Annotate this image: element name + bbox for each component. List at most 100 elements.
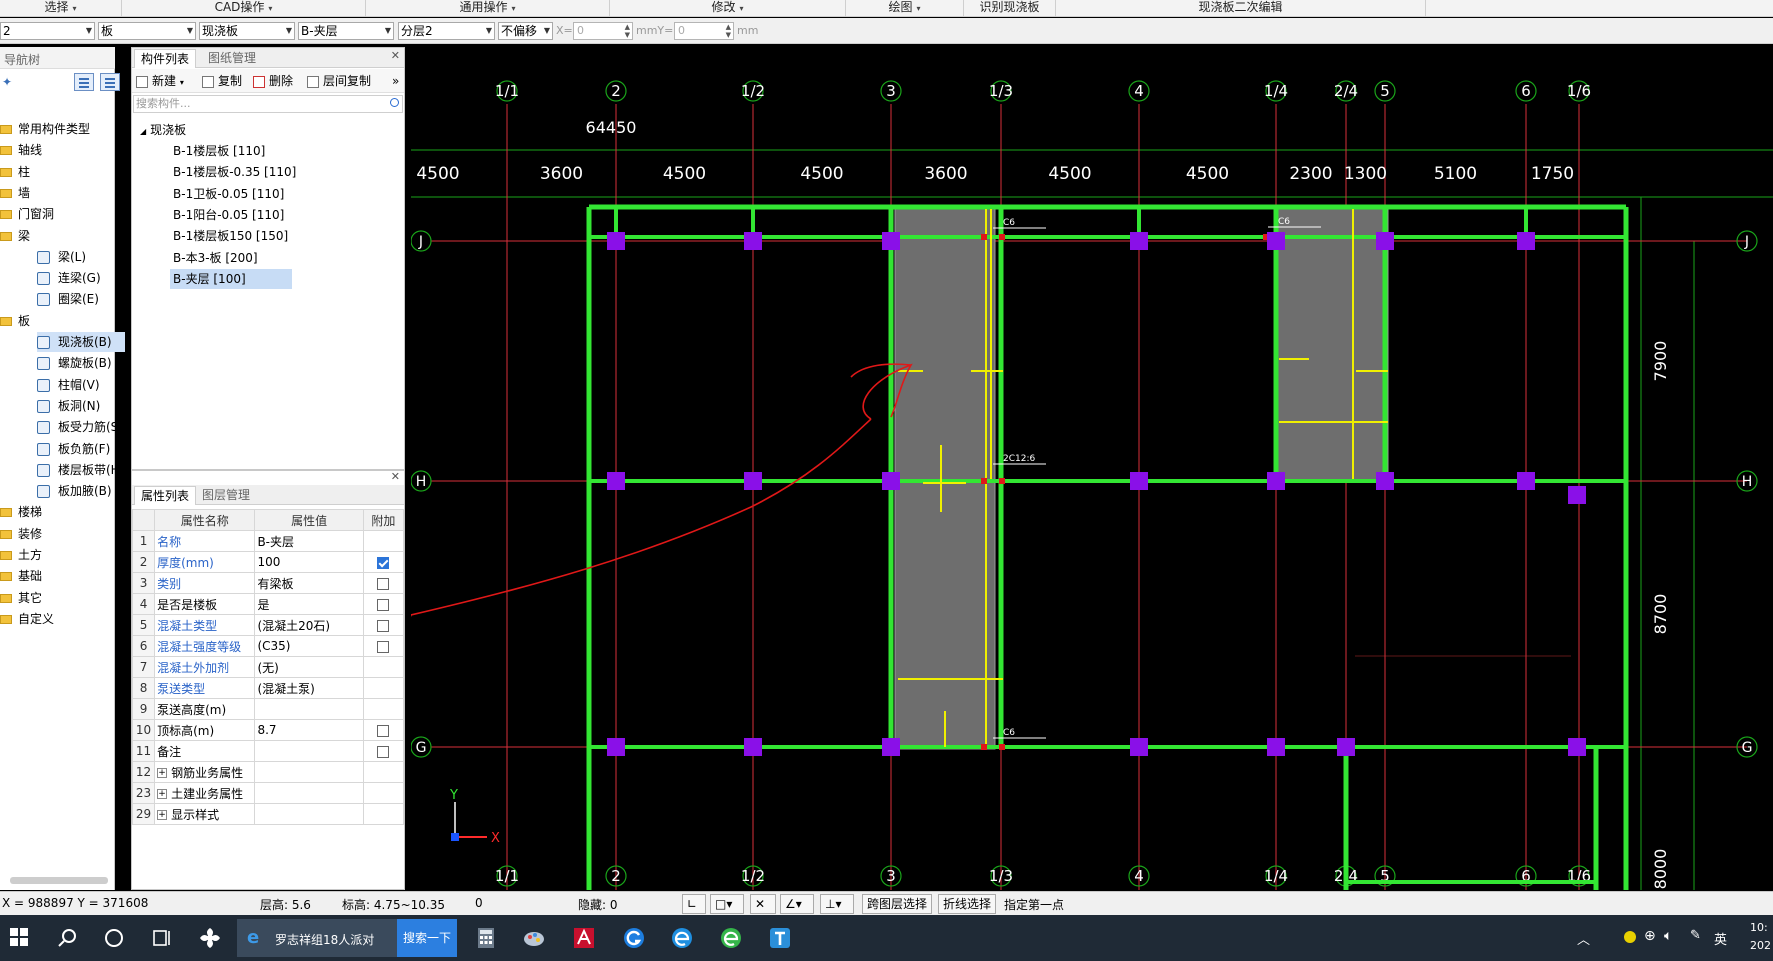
- nav-item[interactable]: 柱: [0, 162, 30, 182]
- property-value[interactable]: (混凝土20石): [254, 614, 364, 636]
- nav-item[interactable]: 板负筋(F): [37, 439, 125, 459]
- expand-plus-icon[interactable]: +: [157, 789, 168, 799]
- component-item[interactable]: B-本3-板 [200]: [170, 248, 261, 268]
- browser-task-button[interactable]: e 罗志祥组18人派对 搜索一下: [237, 919, 457, 957]
- expand-plus-icon[interactable]: +: [157, 768, 168, 778]
- paint-app-icon[interactable]: [522, 926, 546, 950]
- cross-toggle-icon[interactable]: ✕: [750, 894, 776, 914]
- cross-layer-select-button[interactable]: 跨图层选择: [862, 894, 933, 914]
- nav-item[interactable]: 柱帽(V): [37, 375, 125, 395]
- column-block[interactable]: [607, 738, 625, 756]
- new-button[interactable]: 新建 ▾: [136, 72, 184, 90]
- component-item[interactable]: B-1楼层板 [110]: [170, 141, 268, 161]
- ime-tool-icon[interactable]: ✎: [1690, 928, 1701, 943]
- property-row[interactable]: 7 混凝土外加剂 (无): [131, 656, 405, 678]
- property-row[interactable]: 11 备注: [131, 740, 405, 762]
- green-browser-icon[interactable]: [719, 926, 743, 950]
- property-row[interactable]: 3 类别 有梁板: [131, 572, 405, 594]
- property-value[interactable]: 有梁板: [254, 572, 364, 594]
- nav-item[interactable]: 常用构件类型: [0, 119, 90, 139]
- attach-checkbox[interactable]: [377, 724, 390, 737]
- attach-checkbox[interactable]: [377, 619, 390, 632]
- property-row[interactable]: 2 厚度(mm) 100: [131, 551, 405, 573]
- volume-icon[interactable]: 🔈︎: [1664, 928, 1672, 944]
- layer-select[interactable]: 分层2 ▼: [398, 22, 495, 40]
- property-value[interactable]: 是: [254, 593, 364, 615]
- nav-item[interactable]: 现浇板(B): [37, 332, 125, 352]
- copy-between-floors-button[interactable]: 层间复制: [307, 72, 371, 90]
- column-block[interactable]: [882, 472, 900, 490]
- column-block[interactable]: [1568, 738, 1586, 756]
- ribbon-group-draw[interactable]: 绘图 ▾: [846, 0, 964, 17]
- nav-item[interactable]: 门窗洞: [0, 204, 54, 224]
- attach-checkbox[interactable]: [377, 577, 390, 590]
- property-row[interactable]: 10 顶标高(m) 8.7: [131, 719, 405, 741]
- column-block[interactable]: [1130, 232, 1148, 250]
- category-select[interactable]: 板 ▼: [98, 22, 196, 40]
- nav-item[interactable]: 螺旋板(B): [37, 353, 125, 373]
- more-tools-button[interactable]: »: [392, 72, 399, 90]
- grid-view-button[interactable]: [100, 73, 120, 91]
- column-block[interactable]: [1267, 472, 1285, 490]
- column-block[interactable]: [744, 738, 762, 756]
- column-block[interactable]: [1517, 472, 1535, 490]
- property-row[interactable]: 12 + 钢筋业务属性: [131, 761, 405, 783]
- spinner-icon[interactable]: ▲ ▼: [726, 23, 731, 39]
- column-block[interactable]: [607, 472, 625, 490]
- nav-item[interactable]: 其它: [0, 588, 42, 608]
- ribbon-group-select[interactable]: 选择 ▾: [0, 0, 122, 17]
- attach-checkbox[interactable]: [377, 556, 390, 569]
- nav-item[interactable]: 圈梁(E): [37, 289, 125, 309]
- property-value[interactable]: [254, 803, 364, 825]
- fan-app-icon[interactable]: [198, 926, 222, 950]
- ortho-toggle-icon[interactable]: ∟: [682, 894, 706, 914]
- nav-item[interactable]: 楼层板带(H): [37, 460, 125, 480]
- snap-box-icon[interactable]: □▾: [710, 894, 744, 914]
- property-value[interactable]: B-夹层: [254, 530, 364, 552]
- property-value[interactable]: 100: [254, 551, 364, 573]
- component-select[interactable]: B-夹层 ▼: [298, 22, 394, 40]
- column-block[interactable]: [1376, 232, 1394, 250]
- search-icon[interactable]: [390, 98, 399, 107]
- input-language[interactable]: 英: [1714, 929, 1727, 948]
- ribbon-group-cad[interactable]: CAD操作 ▾: [122, 0, 366, 17]
- property-value[interactable]: 8.7: [254, 719, 364, 741]
- nav-item[interactable]: 装修: [0, 524, 42, 544]
- component-group[interactable]: ◢ 现浇板: [140, 120, 186, 140]
- tray-app-icon[interactable]: [1624, 931, 1636, 943]
- column-block[interactable]: [1267, 738, 1285, 756]
- nav-item[interactable]: 轴线: [0, 140, 42, 160]
- component-item[interactable]: B-1阳台-0.05 [110]: [170, 205, 287, 225]
- property-value[interactable]: [254, 782, 364, 804]
- property-value[interactable]: [254, 698, 364, 720]
- property-value[interactable]: (C35): [254, 635, 364, 657]
- property-value[interactable]: [254, 740, 364, 762]
- windows-start-icon[interactable]: [8, 926, 32, 950]
- copy-button[interactable]: 复制: [202, 72, 242, 90]
- property-value[interactable]: (混凝土泵): [254, 677, 364, 699]
- column-block[interactable]: [744, 472, 762, 490]
- calculator-icon[interactable]: [474, 926, 498, 950]
- angle-icon[interactable]: ∠▾: [780, 894, 814, 914]
- expand-plus-icon[interactable]: +: [157, 810, 168, 820]
- attach-checkbox[interactable]: [377, 745, 390, 758]
- type-select[interactable]: 现浇板 ▼: [199, 22, 295, 40]
- close-icon[interactable]: ✕: [391, 470, 400, 483]
- nav-item[interactable]: 板: [0, 311, 30, 331]
- close-icon[interactable]: ✕: [391, 49, 400, 62]
- property-value[interactable]: [254, 761, 364, 783]
- column-block[interactable]: [882, 738, 900, 756]
- column-block[interactable]: [1130, 472, 1148, 490]
- x-offset-input[interactable]: 0 ▲ ▼: [573, 22, 633, 40]
- glodon-g-icon[interactable]: [622, 926, 646, 950]
- nav-item[interactable]: 连梁(G): [37, 268, 125, 288]
- attach-checkbox[interactable]: [377, 598, 390, 611]
- y-offset-input[interactable]: 0 ▲ ▼: [674, 22, 734, 40]
- ribbon-group-slab-edit[interactable]: 现浇板二次编辑: [1056, 0, 1426, 17]
- nav-item[interactable]: 板受力筋(S): [37, 417, 125, 437]
- column-block[interactable]: [607, 232, 625, 250]
- ribbon-group-general[interactable]: 通用操作 ▾: [366, 0, 610, 17]
- property-row[interactable]: 5 混凝土类型 (混凝土20石): [131, 614, 405, 636]
- component-item[interactable]: B-1楼层板-0.35 [110]: [170, 162, 299, 182]
- network-globe-icon[interactable]: ⊕: [1644, 928, 1656, 944]
